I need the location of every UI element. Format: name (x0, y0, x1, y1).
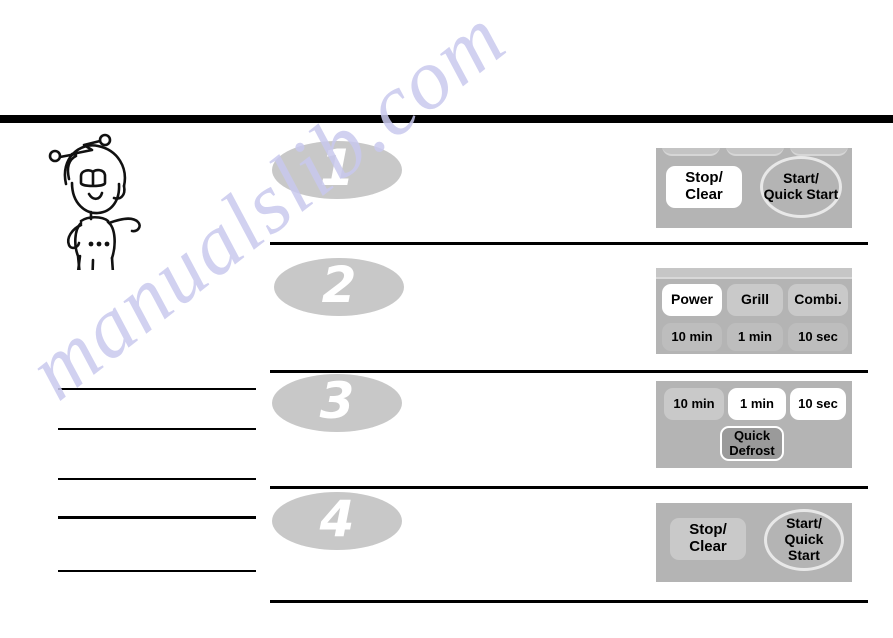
note-line (58, 388, 256, 390)
start-quick-start-button[interactable]: Start/ Quick Start (764, 509, 844, 571)
power-button[interactable]: Power (662, 284, 722, 316)
step-number-1: 1 (272, 141, 402, 199)
step-divider (270, 370, 868, 373)
note-line (58, 428, 256, 430)
ten-min-button[interactable]: 10 min (664, 388, 724, 420)
start-quick-start-button[interactable]: Start/ Quick Start (760, 156, 842, 218)
step-divider (270, 486, 868, 489)
note-line (58, 570, 256, 572)
note-line (58, 478, 256, 480)
panel-notch-icon (726, 148, 784, 156)
ten-sec-button[interactable]: 10 sec (788, 323, 848, 351)
quick-defrost-button[interactable]: Quick Defrost (720, 426, 784, 461)
step-number-2: 2 (274, 258, 404, 316)
combi-button[interactable]: Combi. (788, 284, 848, 316)
panel-notch-icon (790, 148, 848, 156)
control-panel-step-1: Stop/ Clear Start/ Quick Start (656, 148, 852, 228)
one-min-button[interactable]: 1 min (728, 388, 786, 420)
stop-clear-button[interactable]: Stop/ Clear (666, 166, 742, 208)
one-min-button[interactable]: 1 min (727, 323, 783, 351)
header-rule (0, 115, 893, 123)
step-divider (270, 242, 868, 245)
control-panel-step-2: Power Grill Combi. 10 min 1 min 10 sec (656, 268, 852, 354)
step-divider (270, 600, 868, 603)
panel-top-strip (656, 268, 852, 279)
note-line (58, 516, 256, 519)
step-number-3: 3 (272, 374, 402, 432)
step-number-4: 4 (272, 492, 402, 550)
stop-clear-button[interactable]: Stop/ Clear (670, 518, 746, 560)
ten-min-button[interactable]: 10 min (662, 323, 722, 351)
panel-notch-icon (662, 148, 720, 156)
ten-sec-button[interactable]: 10 sec (790, 388, 846, 420)
control-panel-step-4: Stop/ Clear Start/ Quick Start (656, 503, 852, 582)
control-panel-step-3: 10 min 1 min 10 sec Quick Defrost (656, 381, 852, 468)
mascot-illustration (36, 126, 160, 296)
grill-button[interactable]: Grill (727, 284, 783, 316)
